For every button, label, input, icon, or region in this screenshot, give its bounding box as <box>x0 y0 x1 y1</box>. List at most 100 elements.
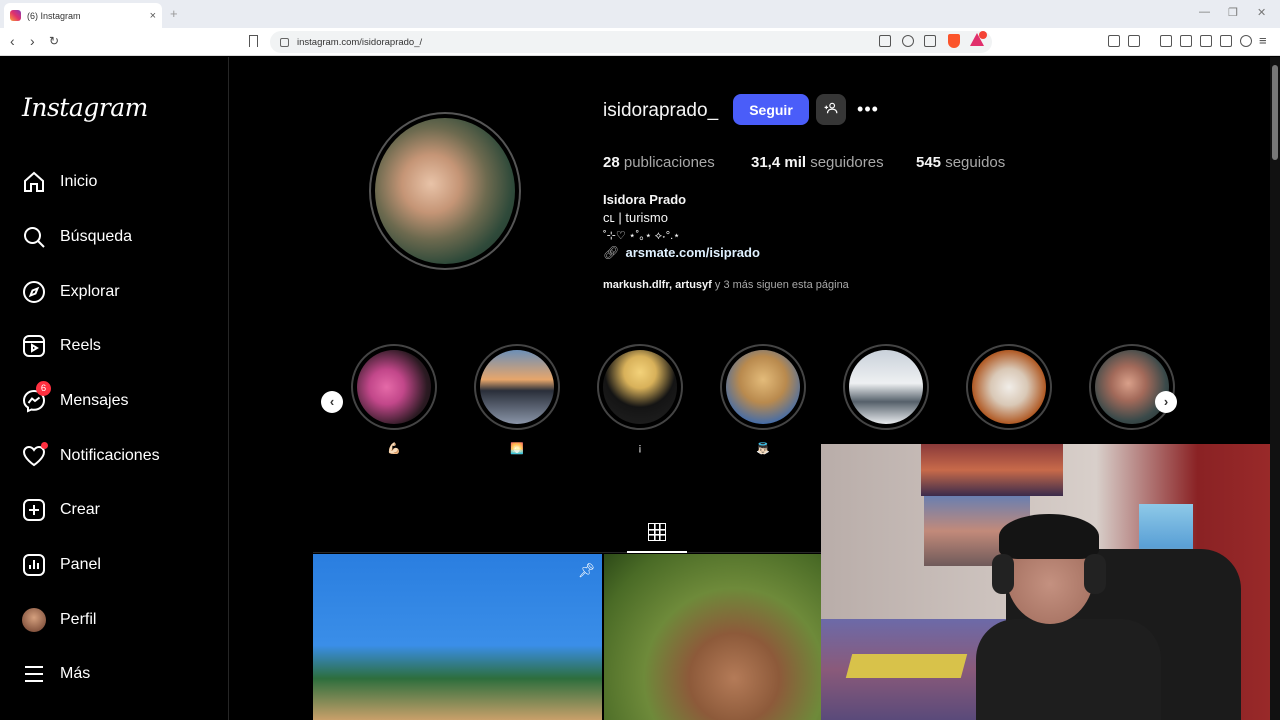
follow-button[interactable]: Seguir <box>733 94 809 125</box>
pin-icon: 📌︎ <box>578 562 596 578</box>
sidebar-item-crear[interactable]: Crear <box>22 495 100 525</box>
followers-label: seguidores <box>810 154 884 171</box>
following-stat[interactable]: 545 seguidos <box>916 154 1005 171</box>
tab-close-icon[interactable]: × <box>150 10 156 22</box>
sidebar-item-mas[interactable]: Más <box>22 659 90 689</box>
browser-tab[interactable]: (6) Instagram × <box>4 3 162 28</box>
instagram-favicon-icon <box>10 10 21 21</box>
window-close-icon[interactable]: ✕ <box>1257 6 1266 19</box>
sidebar-item-label: Más <box>60 665 91 682</box>
extensions-icon[interactable] <box>1108 35 1120 47</box>
person-hair <box>999 514 1099 559</box>
sidebar-item-mensajes[interactable]: 6 Mensajes <box>22 381 128 416</box>
link-icon: 🔗︎ <box>603 245 620 260</box>
highlights-prev-button[interactable]: ‹ <box>321 391 343 413</box>
highlight-ring <box>1089 344 1175 430</box>
profile-full-name: Isidora Prado <box>603 192 687 207</box>
sidebar-toggle-icon[interactable] <box>1180 35 1192 47</box>
browser-menu-icon[interactable]: ≡ <box>1259 33 1267 48</box>
sidebar-item-label: Perfil <box>60 611 97 628</box>
highlight-cover <box>849 350 923 424</box>
media-icon[interactable] <box>1160 35 1172 47</box>
wallet-icon[interactable] <box>1128 35 1140 47</box>
wallet-card-icon[interactable] <box>1200 35 1212 47</box>
story-highlight[interactable] <box>843 344 929 456</box>
profile-picture[interactable] <box>369 112 521 270</box>
highlight-label: ¡ <box>638 442 642 454</box>
sidebar-item-label: Notificaciones <box>60 447 160 464</box>
highlight-cover <box>1095 350 1169 424</box>
followed-by[interactable]: markush.dlfr, artusyf y 3 más siguen est… <box>603 279 849 291</box>
posts-count-stat: 28 publicaciones <box>603 154 715 171</box>
add-person-icon <box>824 102 838 114</box>
profile-link[interactable]: 🔗︎ arsmate.com/isiprado <box>603 245 760 261</box>
notification-dot <box>41 442 48 449</box>
highlight-cover <box>480 350 554 424</box>
sidebar-item-label: Explorar <box>60 283 120 300</box>
webcam-overlay <box>821 444 1280 720</box>
brave-shield-icon[interactable] <box>948 34 960 48</box>
profile-link-text: arsmate.com/isiprado <box>625 245 760 260</box>
back-icon[interactable]: ‹ <box>10 33 15 49</box>
sidebar-item-label: Panel <box>60 556 101 573</box>
highlight-cover <box>603 350 677 424</box>
site-info-icon[interactable] <box>280 37 289 47</box>
sidebar-item-label: Reels <box>60 337 101 354</box>
restore-icon[interactable]: ❐ <box>1228 6 1238 19</box>
sidebar-item-inicio[interactable]: Inicio <box>22 167 97 197</box>
vpn-icon[interactable] <box>1240 35 1252 47</box>
page-scrollbar[interactable] <box>1270 57 1280 720</box>
zoom-icon[interactable] <box>902 35 914 47</box>
profile-username: isidoraprado_ <box>603 100 719 121</box>
reload-icon[interactable]: ↻ <box>49 34 59 48</box>
scroll-thumb[interactable] <box>1272 65 1278 160</box>
menu-icon <box>25 666 43 682</box>
sidebar-item-panel[interactable]: Panel <box>22 550 101 580</box>
sidebar-item-reels[interactable]: Reels <box>22 331 101 361</box>
sidebar-item-explorar[interactable]: Explorar <box>22 277 120 307</box>
sidebar-item-busqueda[interactable]: Búsqueda <box>22 222 132 252</box>
tab-posts[interactable] <box>627 517 687 553</box>
posts-label: publicaciones <box>623 154 715 171</box>
bio-line: ˚⊹♡ ⋆˚｡⋆ ⟡˖°.⋆ <box>603 230 681 242</box>
highlight-ring <box>597 344 683 430</box>
story-highlight[interactable]: 💪🏻 <box>351 344 437 456</box>
active-tab-indicator <box>627 551 687 553</box>
home-icon <box>24 171 44 192</box>
suggest-user-button[interactable] <box>816 94 846 125</box>
sidebar-item-label: Crear <box>60 501 101 518</box>
reels-icon <box>23 335 45 357</box>
instagram-logo[interactable]: Instagram <box>22 93 148 122</box>
followed-by-rest: y 3 más siguen esta página <box>711 279 849 291</box>
forward-icon[interactable]: › <box>30 33 35 49</box>
tab-divider <box>313 552 821 553</box>
highlight-label: 💪🏻 <box>387 443 401 455</box>
headset-icon <box>992 554 1014 594</box>
post-thumbnail[interactable] <box>604 554 821 720</box>
story-highlight[interactable]: 👼🏻 <box>720 344 806 456</box>
following-count: 545 <box>916 154 942 171</box>
messages-badge: 6 <box>36 381 51 396</box>
highlight-label: 👼🏻 <box>756 443 770 455</box>
highlight-cover <box>972 350 1046 424</box>
bookmark-icon[interactable] <box>249 35 258 47</box>
cast-icon[interactable] <box>879 35 891 47</box>
post-thumbnail[interactable]: 📌︎ <box>313 554 602 720</box>
highlight-ring <box>474 344 560 430</box>
new-tab-button[interactable]: + <box>170 6 178 21</box>
followers-stat[interactable]: 31,4 mil seguidores <box>751 154 884 171</box>
leo-icon[interactable] <box>1220 35 1232 47</box>
sidebar-item-perfil[interactable]: Perfil <box>22 605 96 635</box>
sidebar-item-label: Búsqueda <box>60 228 133 245</box>
more-options-button[interactable]: ••• <box>856 98 880 120</box>
story-highlight[interactable] <box>966 344 1052 456</box>
highlight-ring <box>720 344 806 430</box>
posts-count: 28 <box>603 154 620 171</box>
share-icon[interactable] <box>924 35 936 47</box>
highlights-next-button[interactable]: › <box>1155 391 1177 413</box>
laptop <box>845 654 968 678</box>
story-highlight[interactable]: 🌅 <box>474 344 560 456</box>
minimize-icon[interactable]: — <box>1199 6 1210 18</box>
sidebar-item-notificaciones[interactable]: Notificaciones <box>22 441 160 471</box>
story-highlight[interactable]: ¡ <box>597 344 683 456</box>
